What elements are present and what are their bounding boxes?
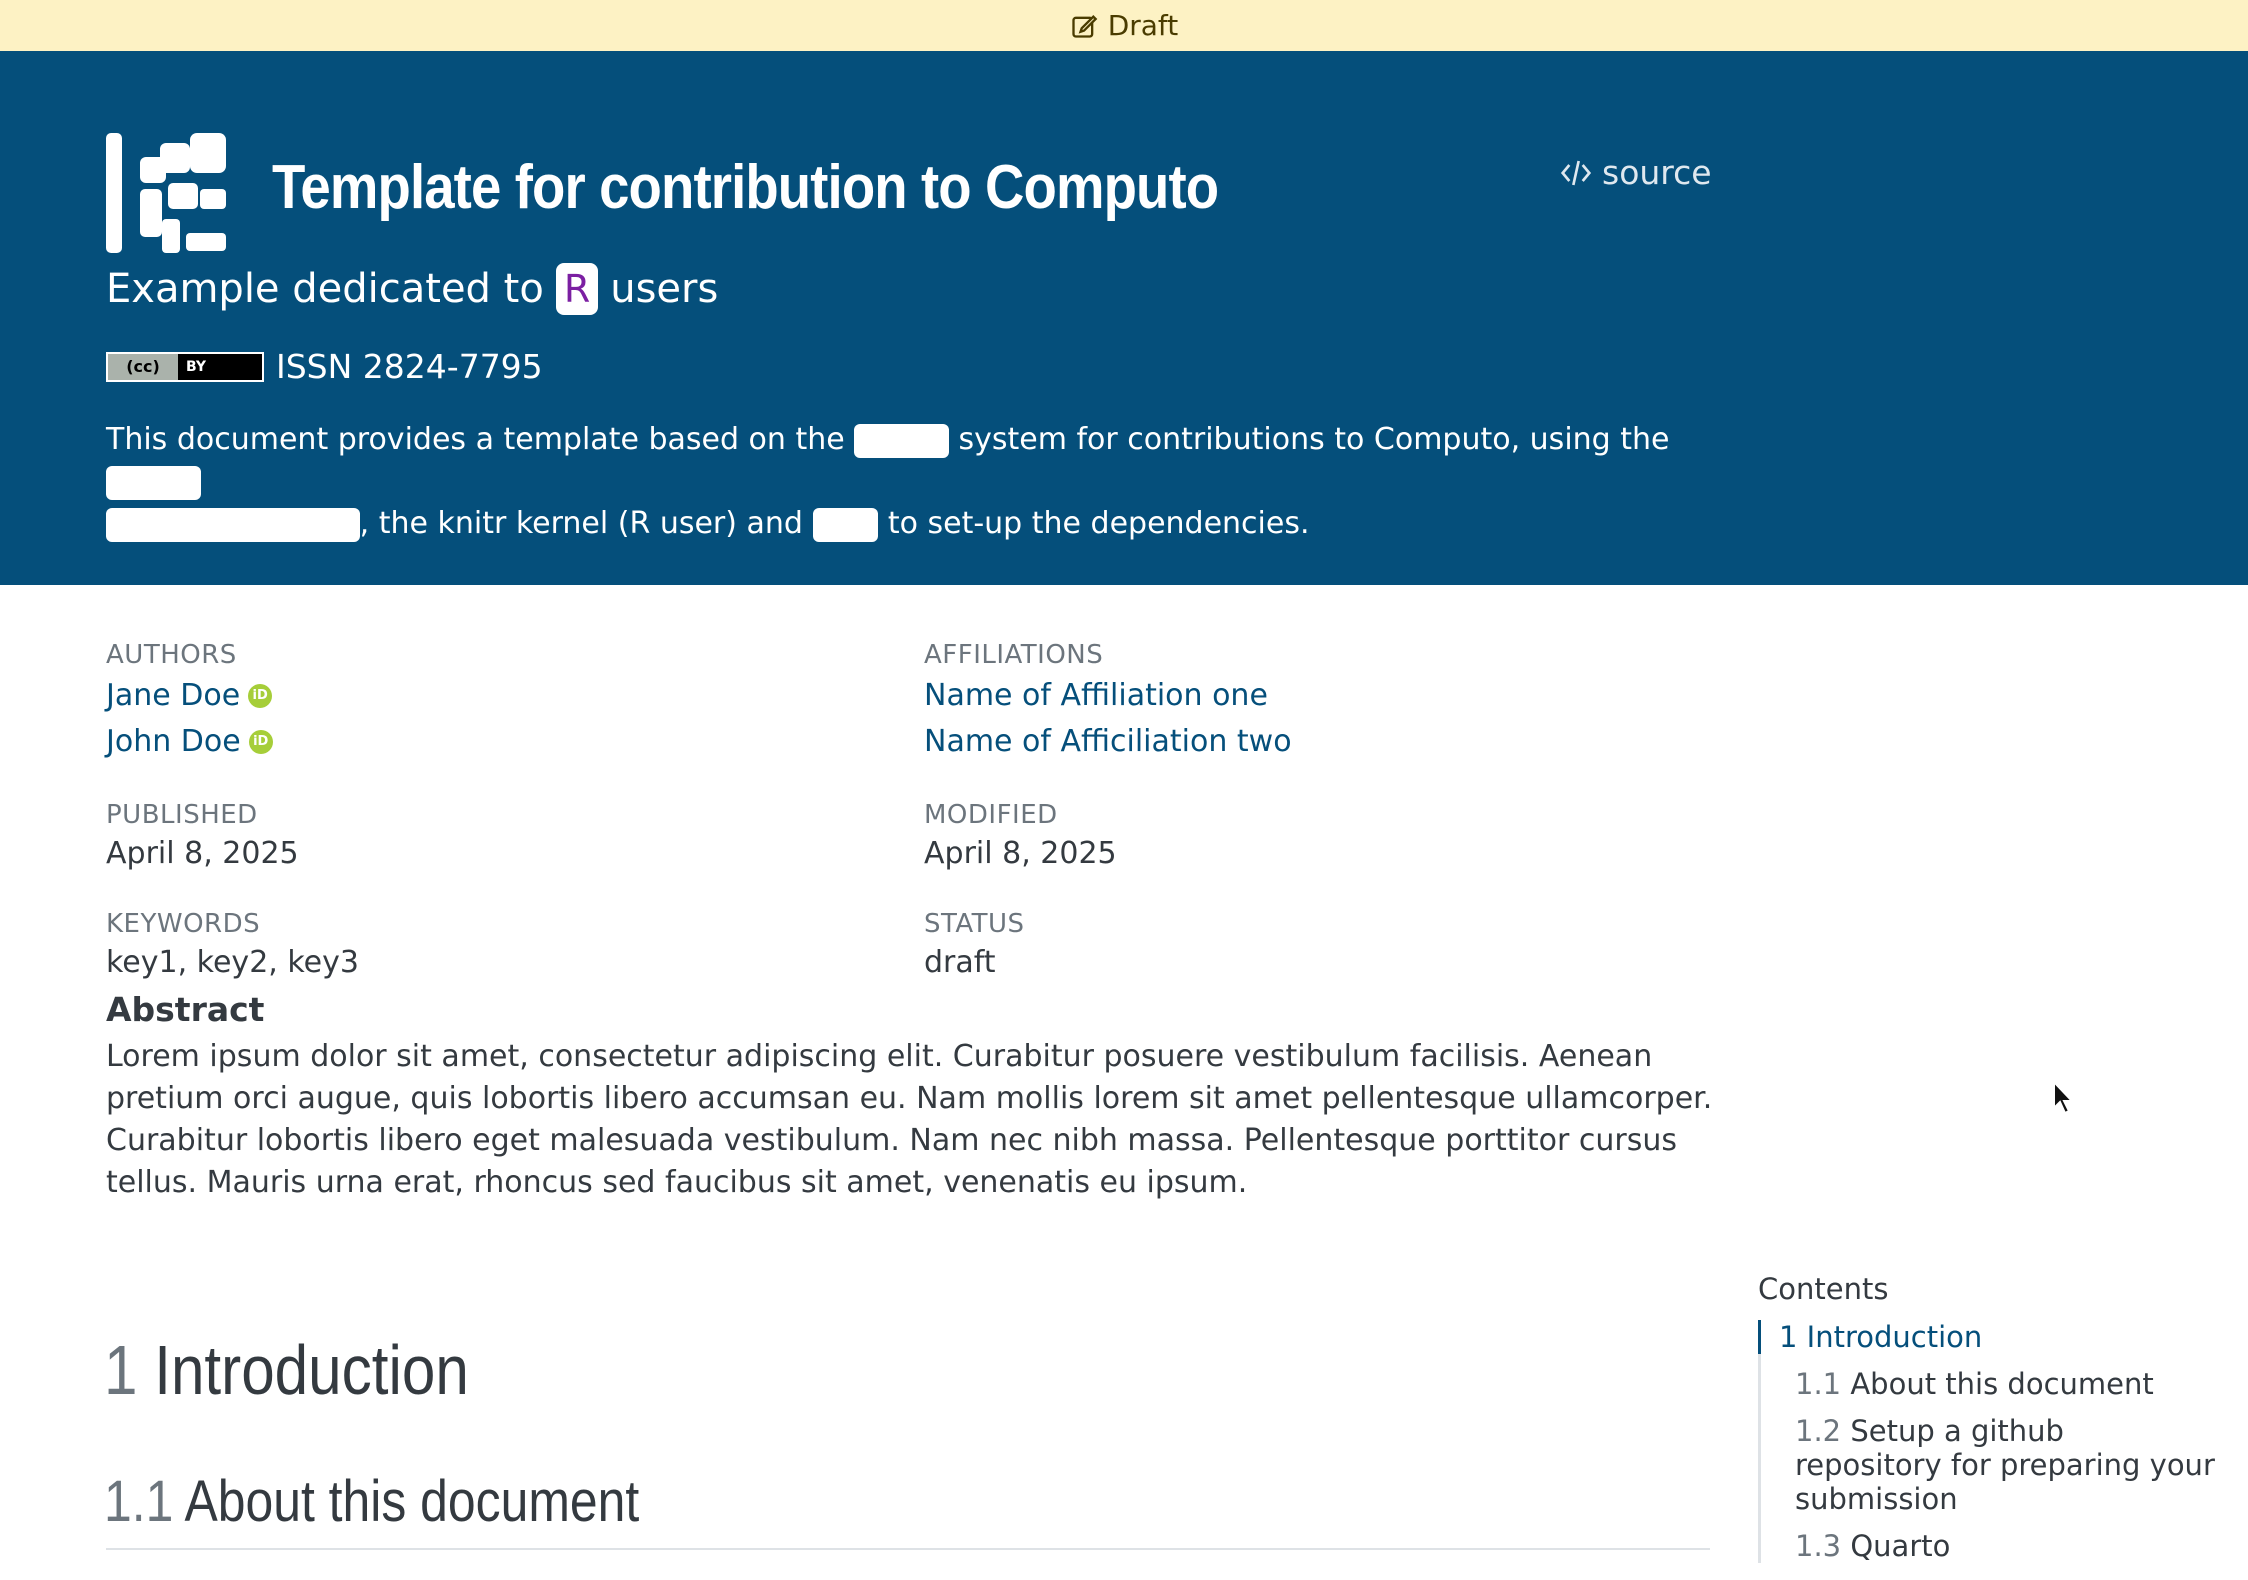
toc-item-label: Quarto [1850,1529,1951,1563]
subtitle: Example dedicated to R users [106,263,718,315]
source-link[interactable]: source [1560,153,1712,192]
toc-item-label: Introduction [1806,1320,1983,1354]
draft-label: Draft [1107,9,1179,42]
affiliations-block: AFFILIATIONS Name of Affiliation one Nam… [924,640,1292,762]
draft-banner: Draft [0,0,2248,51]
published-label: PUBLISHED [106,800,258,830]
section-number: 1 [104,1331,138,1409]
code-quarto: quarto [854,424,949,458]
toc-item-label: Setup a github repository for preparing … [1795,1414,2215,1516]
code-icon [1560,160,1592,185]
desc-part-4: to set-up the dependencies. [887,506,1310,541]
toc-title: Contents [1758,1272,1889,1306]
r-badge: R [555,263,599,315]
toc-list: 1 Introduction 1.1 About this document 1… [1758,1320,2218,1563]
authors-block: AUTHORS Jane Doe iD John Doe iD [106,640,273,762]
mouse-pointer-icon [2053,1080,2075,1115]
cc-by-license-badge[interactable]: (cc) BY [106,351,264,382]
keywords-value: key1, key2, key3 [106,945,359,980]
affiliations-label: AFFILIATIONS [924,640,1104,670]
keywords-block: KEYWORDS key1, key2, key3 [106,909,359,980]
desc-part-3: , the knitr kernel (R user) and [359,506,803,541]
issn: ISSN 2824-7795 [276,347,543,386]
author-name[interactable]: John Doe [106,722,241,762]
abstract-text: Lorem ipsum dolor sit amet, consectetur … [106,1039,1713,1200]
toc-item-number: 1.3 [1795,1529,1842,1563]
code-quarto-journal-b: journal extension [106,508,360,542]
section-title: Introduction [154,1331,469,1409]
subtitle-prefix: Example dedicated to [106,266,544,312]
author-name[interactable]: Jane Doe [106,676,240,716]
affiliation-link[interactable]: Name of Affiliation one [924,676,1292,716]
source-label: source [1602,153,1712,192]
computo-logo [106,133,226,253]
toc-item-number: 1.2 [1795,1414,1842,1448]
status-label: STATUS [924,909,1025,939]
code-renv: renv [812,508,879,542]
subsection-title: About this document [184,1469,640,1534]
modified-label: MODIFIED [924,800,1058,830]
subsection-number: 1.1 [104,1469,174,1534]
modified-date: April 8, 2025 [924,836,1117,871]
author-link[interactable]: John Doe iD [106,722,273,762]
affiliation-link[interactable]: Name of Afficiliation two [924,722,1292,762]
toc-item-setup-github[interactable]: 1.2 Setup a github repository for prepar… [1761,1414,2218,1516]
desc-part-2: system for contributions to Computo, usi… [958,422,1670,457]
published-date: April 8, 2025 [106,836,299,871]
published-block: PUBLISHED April 8, 2025 [106,800,299,871]
keywords-label: KEYWORDS [106,909,261,939]
subsection-heading-about: 1.1 About this document [104,1468,639,1535]
authors-label: AUTHORS [106,640,237,670]
orcid-icon[interactable]: iD [248,730,273,754]
code-quarto-journal-a: quarto [106,466,201,500]
toc-item-number: 1.1 [1795,1367,1842,1401]
toc-item-number: 1 [1779,1320,1798,1354]
title-banner: Template for contribution to Computo sou… [0,51,2248,585]
cc-badge-right: BY [186,358,207,375]
toc-item-quarto[interactable]: 1.3 Quarto [1761,1529,2218,1563]
toc-item-label: About this document [1850,1367,2154,1401]
abstract-heading: Abstract [106,990,265,1029]
toc-item-introduction[interactable]: 1 Introduction [1758,1320,2218,1354]
edit-icon [1072,14,1098,38]
table-of-contents: Contents 1 Introduction 1.1 About this d… [1758,1272,2218,1576]
cc-badge-left: (cc) [108,353,178,380]
desc-part-1: This document provides a template based … [106,422,845,457]
page-title: Template for contribution to Computo [272,153,1219,222]
author-link[interactable]: Jane Doe iD [106,676,273,716]
status-value: draft [924,945,996,980]
section-heading-introduction: 1 Introduction [104,1330,469,1410]
status-block: STATUS draft [924,909,1025,980]
license-row: (cc) BY ISSN 2824-7795 [106,347,543,386]
toc-item-about[interactable]: 1.1 About this document [1761,1367,2218,1401]
heading-divider [106,1548,1710,1550]
orcid-icon[interactable]: iD [248,684,273,708]
subtitle-suffix: users [610,266,719,312]
description: This document provides a template based … [106,419,1706,545]
modified-block: MODIFIED April 8, 2025 [924,800,1117,871]
